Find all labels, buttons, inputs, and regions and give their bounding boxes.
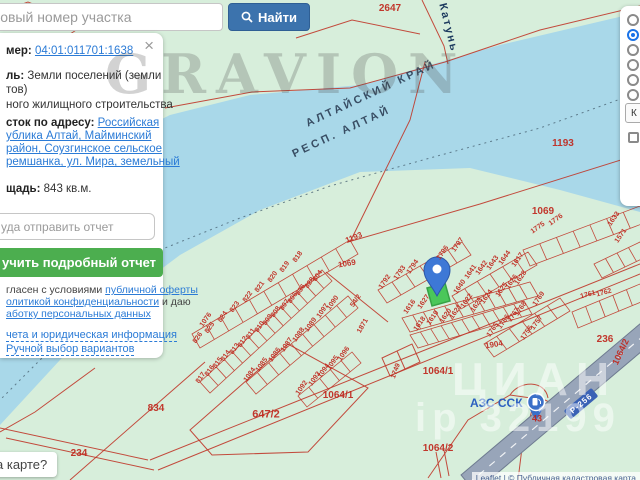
- area-value: 843 кв.м.: [43, 183, 92, 195]
- cadastral-map-app: 2647 1193 1069 1193 1069 236 1904 1064/1 1064/1 1…: [0, 0, 640, 480]
- basemap-radio-1[interactable]: [627, 14, 639, 26]
- basemap-layers-panel: К: [620, 6, 640, 206]
- basemap-radio-4[interactable]: [627, 59, 639, 71]
- layers-checkbox[interactable]: [628, 132, 639, 143]
- cadastral-number-label: мер:: [6, 45, 32, 57]
- cadastral-number-row: мер: 04:01:011701:1638: [6, 45, 157, 57]
- address-label: сток по адресу:: [6, 117, 95, 129]
- category-row2: тов): [6, 84, 28, 96]
- consent-line-3: аботку персональных данных: [6, 308, 157, 321]
- search-button-label: Найти: [258, 9, 297, 25]
- address-link-1[interactable]: ублика Алтай, Майминский: [6, 130, 152, 142]
- map-attribution: Leaflet | © Публичная кадастровая карта: [471, 472, 640, 480]
- permitted-use-row: ного жилищного строительства: [6, 99, 173, 111]
- address-link-3[interactable]: ремшанка, ул. Мира, земельный: [6, 156, 180, 168]
- get-report-button[interactable]: учить подробный отчет: [0, 248, 163, 277]
- basemap-radio-2-selected[interactable]: [627, 29, 639, 41]
- address-row: сток по адресу: Российская: [6, 117, 160, 129]
- layers-button[interactable]: К: [625, 103, 640, 123]
- area-row: щадь: 843 кв.м.: [6, 183, 157, 195]
- search-input[interactable]: [0, 3, 223, 31]
- offer-link[interactable]: публичной оферты: [105, 284, 198, 296]
- address-link-2[interactable]: район, Соузгинское сельское: [6, 143, 162, 155]
- cadastral-number-link[interactable]: 04:01:011701:1638: [35, 45, 133, 57]
- azs-ssk-label: АЗС ССК: [470, 396, 523, 410]
- search-bar: Найти: [0, 3, 310, 31]
- close-icon[interactable]: ×: [144, 37, 154, 54]
- category-label: ль:: [6, 70, 25, 82]
- address-link-0[interactable]: Российская: [98, 117, 160, 129]
- legal-info-link[interactable]: чета и юридическая информация: [6, 329, 177, 342]
- manual-select-link[interactable]: Ручной выбор вариантов: [6, 343, 135, 356]
- report-email-input[interactable]: [0, 213, 155, 240]
- search-icon: [241, 11, 253, 23]
- basemap-radio-5[interactable]: [627, 74, 639, 86]
- category-row: ль: Земли поселений (земли: [6, 70, 161, 82]
- basemap-radio-6[interactable]: [627, 89, 639, 101]
- whats-on-map-button[interactable]: а карте?: [0, 452, 58, 477]
- basemap-radio-3[interactable]: [627, 44, 639, 56]
- parcel-info-panel: × мер: 04:01:011701:1638 ль: Земли посел…: [0, 33, 198, 358]
- search-button[interactable]: Найти: [228, 3, 310, 31]
- personal-data-link[interactable]: аботку персональных данных: [6, 308, 151, 320]
- area-label: щадь:: [6, 183, 41, 195]
- privacy-link[interactable]: олитикой конфиденциальности: [6, 296, 159, 308]
- category-value: Земли поселений (земли: [27, 70, 162, 82]
